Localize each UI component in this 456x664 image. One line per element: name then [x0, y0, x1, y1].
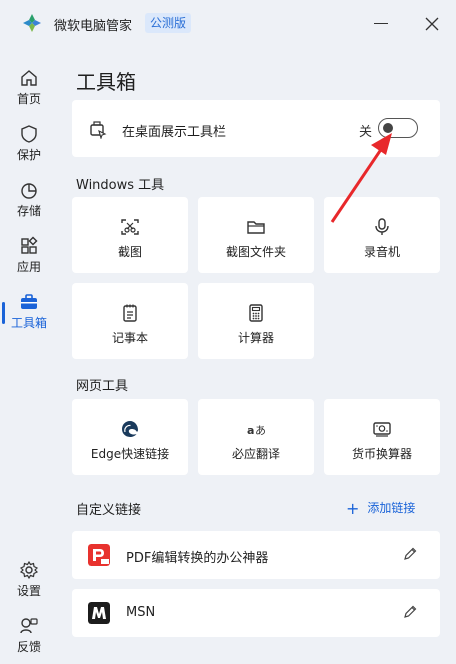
tool-tile-screenshot[interactable]: 截图 [72, 197, 188, 273]
edge-icon [122, 421, 138, 437]
app-logo-icon [23, 14, 41, 32]
active-indicator [2, 302, 5, 324]
section-title-custom-links: 自定义链接 [76, 503, 142, 518]
custom-link-row[interactable]: PDF编辑转换的办公神器 [72, 531, 440, 579]
title-bar: 微软电脑管家 公测版 [0, 0, 456, 46]
sidebar-item-label: 存储 [16, 204, 41, 218]
tool-tile-recorder[interactable]: 录音机 [324, 197, 440, 273]
add-link-button[interactable]: + 添加链接 [346, 499, 415, 518]
add-link-label: 添加链接 [367, 501, 416, 515]
pdf-app-icon [88, 544, 110, 566]
desktop-toolbar-label: 在桌面展示工具栏 [122, 125, 227, 140]
sidebar-item-storage[interactable]: 存储 [0, 174, 58, 226]
edit-icon[interactable] [402, 546, 418, 562]
sidebar-item-home[interactable]: 首页 [0, 62, 58, 114]
tile-label: 必应翻译 [231, 447, 280, 461]
desktop-toolbar-toggle[interactable] [378, 118, 418, 138]
desktop-toolbar-icon [90, 121, 107, 139]
sidebar-item-feedback[interactable]: 反馈 [0, 610, 58, 662]
svg-text:a: a [247, 424, 254, 437]
tile-label: Edge快速链接 [90, 447, 170, 461]
page-title: 工具箱 [76, 70, 136, 94]
sidebar: 首页 保护 存储 应用 工具箱 设置 反馈 [0, 50, 58, 664]
shield-icon [21, 125, 37, 143]
apps-icon [21, 236, 38, 254]
desktop-toolbar-card: 在桌面展示工具栏 关 [72, 100, 440, 157]
msn-icon [88, 602, 110, 624]
toggle-state-label: 关 [359, 125, 373, 140]
sidebar-item-label: 工具箱 [10, 316, 47, 330]
plus-icon: + [346, 499, 360, 518]
translate-icon: a あ [247, 424, 266, 437]
feedback-icon [20, 618, 38, 634]
currency-icon [373, 422, 391, 437]
edit-icon[interactable] [402, 604, 418, 620]
gear-icon [19, 560, 39, 580]
home-icon [21, 70, 37, 86]
notepad-icon [123, 304, 137, 322]
sidebar-item-settings[interactable]: 设置 [0, 554, 58, 606]
sidebar-item-label: 首页 [16, 92, 41, 106]
pie-chart-icon [21, 183, 37, 199]
svg-text:あ: あ [255, 424, 266, 437]
tile-label: 计算器 [237, 331, 274, 345]
folder-icon [247, 221, 265, 234]
tool-tile-notepad[interactable]: 记事本 [72, 283, 188, 359]
toggle-knob [383, 123, 393, 133]
microphone-icon [375, 218, 389, 235]
tile-label: 记事本 [111, 331, 148, 345]
app-title: 微软电脑管家 [54, 19, 133, 34]
sidebar-item-label: 应用 [16, 260, 41, 274]
sidebar-item-label: 设置 [16, 584, 41, 598]
tile-label: 货币换算器 [351, 447, 412, 461]
section-title-windows-tools: Windows 工具 [76, 178, 165, 193]
tool-tile-screenshot-folder[interactable]: 截图文件夹 [198, 197, 314, 273]
custom-link-label: PDF编辑转换的办公神器 [126, 551, 269, 566]
tool-tile-currency[interactable]: 货币换算器 [324, 399, 440, 475]
tile-label: 截图文件夹 [225, 245, 286, 259]
sidebar-item-toolbox[interactable]: 工具箱 [0, 286, 58, 338]
tool-tile-edge[interactable]: Edge快速链接 [72, 399, 188, 475]
screenshot-icon [121, 219, 139, 235]
tile-label: 录音机 [363, 245, 400, 259]
custom-link-row[interactable]: MSN [72, 589, 440, 637]
tool-tile-calculator[interactable]: 计算器 [198, 283, 314, 359]
toolbox-icon [21, 294, 37, 309]
tile-label: 截图 [117, 245, 142, 259]
calculator-icon [249, 304, 263, 322]
tool-tile-translate[interactable]: a あ 必应翻译 [198, 399, 314, 475]
section-title-web-tools: 网页工具 [76, 379, 129, 394]
close-icon[interactable] [424, 16, 440, 32]
sidebar-item-protect[interactable]: 保护 [0, 118, 58, 170]
sidebar-item-label: 保护 [16, 148, 41, 162]
sidebar-item-label: 反馈 [16, 640, 41, 654]
sidebar-item-apps[interactable]: 应用 [0, 230, 58, 282]
custom-link-label: MSN [126, 605, 156, 620]
minimize-button[interactable] [374, 23, 388, 24]
beta-badge: 公测版 [145, 13, 192, 33]
